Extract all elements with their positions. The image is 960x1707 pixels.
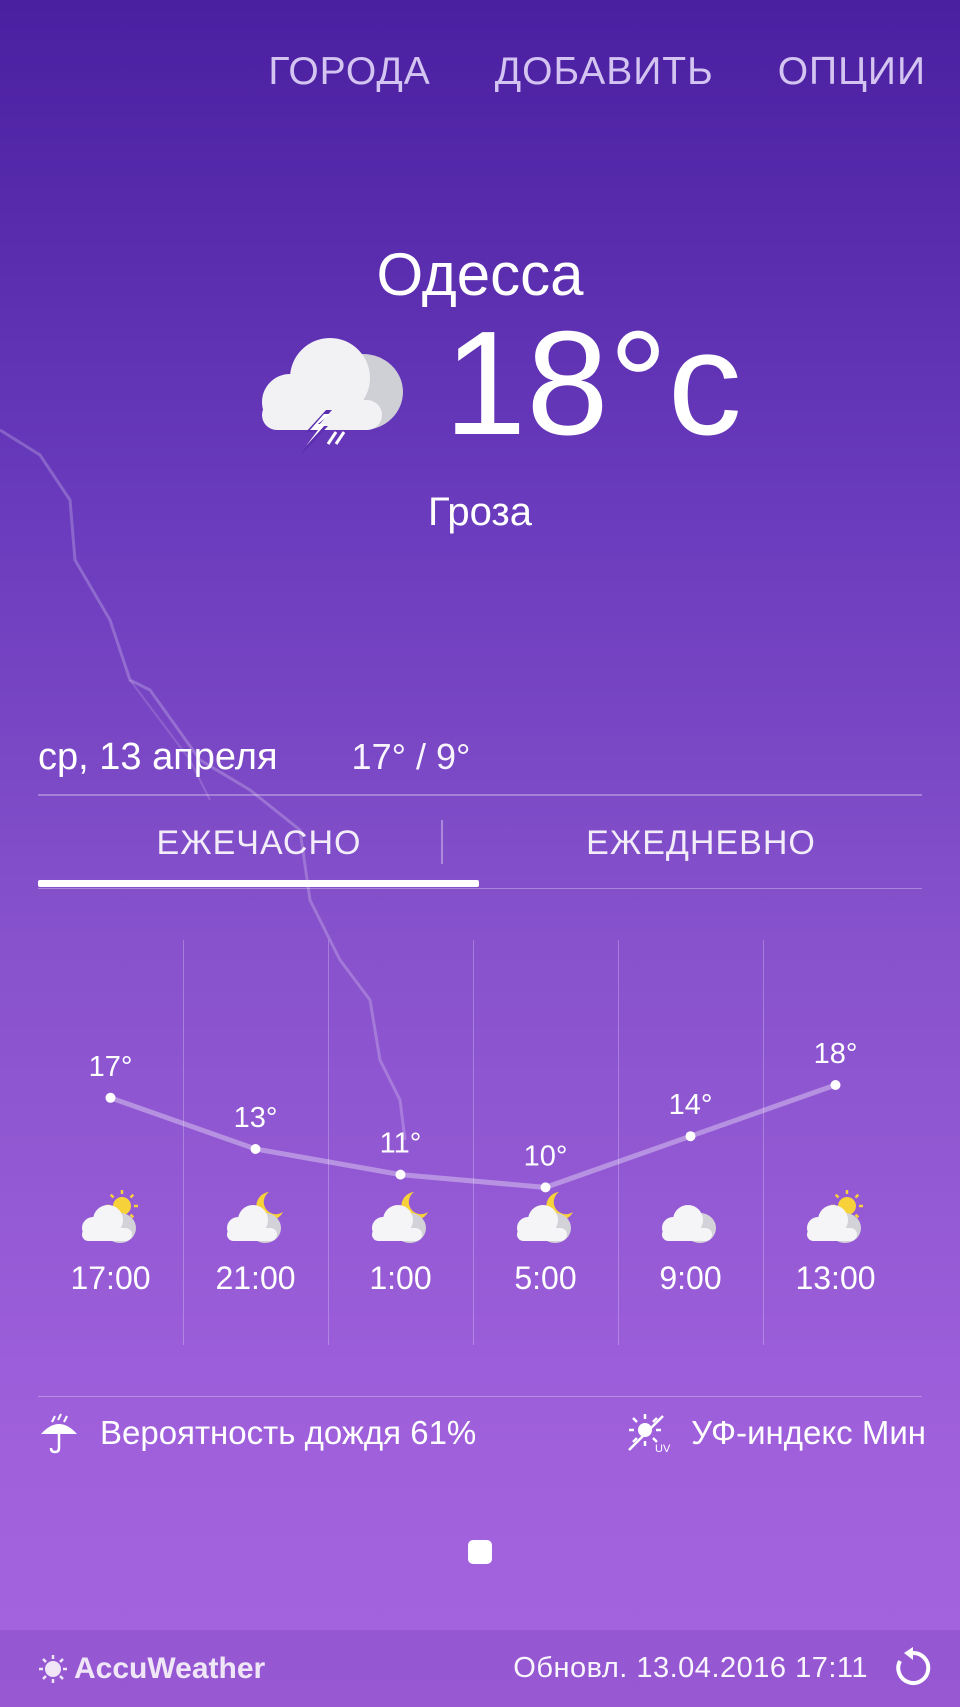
umbrella-icon [41, 1413, 77, 1454]
partly-cloudy-night-icon [227, 1192, 283, 1243]
divider [38, 1396, 922, 1397]
partly-cloudy-night-icon [517, 1192, 573, 1243]
partly-cloudy-night-icon [372, 1192, 428, 1243]
thunderstorm-cloud-icon [262, 338, 403, 456]
hour-item[interactable]: 17:00 [38, 940, 183, 1345]
hour-time: 5:00 [514, 1260, 577, 1296]
last-updated: Обновл. 13.04.2016 17:11 [513, 1652, 868, 1684]
hour-item[interactable]: 21:00 [183, 940, 328, 1345]
top-nav: ГОРОДА ДОБАВИТЬ ОПЦИИ [268, 50, 926, 94]
info-row: Вероятность дождя 61% UV УФ-индекс Мин [38, 1412, 926, 1454]
divider [38, 888, 922, 889]
hour-time: 9:00 [659, 1260, 722, 1296]
brand-name: AccuWeather [74, 1651, 266, 1685]
add-button[interactable]: ДОБАВИТЬ [495, 50, 714, 94]
cloudy-icon [662, 1205, 716, 1243]
divider [38, 794, 922, 796]
cities-button[interactable]: ГОРОДА [268, 50, 430, 94]
forecast-tabs: ЕЖЕЧАСНО ЕЖЕДНЕВНО [38, 800, 922, 890]
active-tab-indicator [38, 880, 479, 887]
refresh-icon[interactable] [892, 1647, 934, 1689]
tab-hourly[interactable]: ЕЖЕЧАСНО [38, 800, 480, 890]
footer: AccuWeather Обновл. 13.04.2016 17:11 [0, 1630, 960, 1707]
high-low-temp: 17° / 9° [351, 736, 471, 777]
uv-index: UV УФ-индекс Мин [625, 1412, 926, 1454]
svg-text:UV: UV [655, 1443, 671, 1454]
current-date: ср, 13 апреля [38, 736, 278, 778]
date-row: ср, 13 апреля 17° / 9° [38, 736, 922, 779]
city-name[interactable]: Одесса [0, 240, 960, 309]
options-button[interactable]: ОПЦИИ [778, 50, 926, 94]
uv-sun-icon: UV [628, 1414, 671, 1454]
tab-daily[interactable]: ЕЖЕДНЕВНО [480, 800, 922, 890]
tab-divider [441, 820, 443, 864]
hour-item[interactable]: 1:00 [328, 940, 473, 1345]
current-temperature: 18°c [444, 301, 742, 466]
partly-sunny-icon [807, 1190, 863, 1243]
hour-item[interactable]: 5:00 [473, 940, 618, 1345]
hour-time: 13:00 [795, 1260, 876, 1296]
uv-index-text: УФ-индекс Мин [691, 1414, 926, 1451]
rain-probability: Вероятность дождя 61% [38, 1412, 476, 1454]
hour-item[interactable]: 9:00 [618, 940, 763, 1345]
hour-time: 1:00 [369, 1260, 432, 1296]
rain-probability-text: Вероятность дождя 61% [100, 1414, 477, 1451]
weather-condition: Гроза [427, 490, 533, 534]
hourly-forecast: 17° 13° 11° 10° 14° 18° 17:00 21:00 1:00 5:00 9:0… [38, 940, 908, 1345]
partly-sunny-icon [82, 1190, 138, 1243]
hour-time: 17:00 [70, 1260, 151, 1296]
hour-time: 21:00 [215, 1260, 296, 1296]
page-indicator[interactable] [468, 1540, 492, 1564]
accuweather-logo[interactable]: AccuWeather [38, 1652, 265, 1686]
hour-item[interactable]: 13:00 [763, 940, 908, 1345]
sun-logo-icon [39, 1654, 67, 1683]
